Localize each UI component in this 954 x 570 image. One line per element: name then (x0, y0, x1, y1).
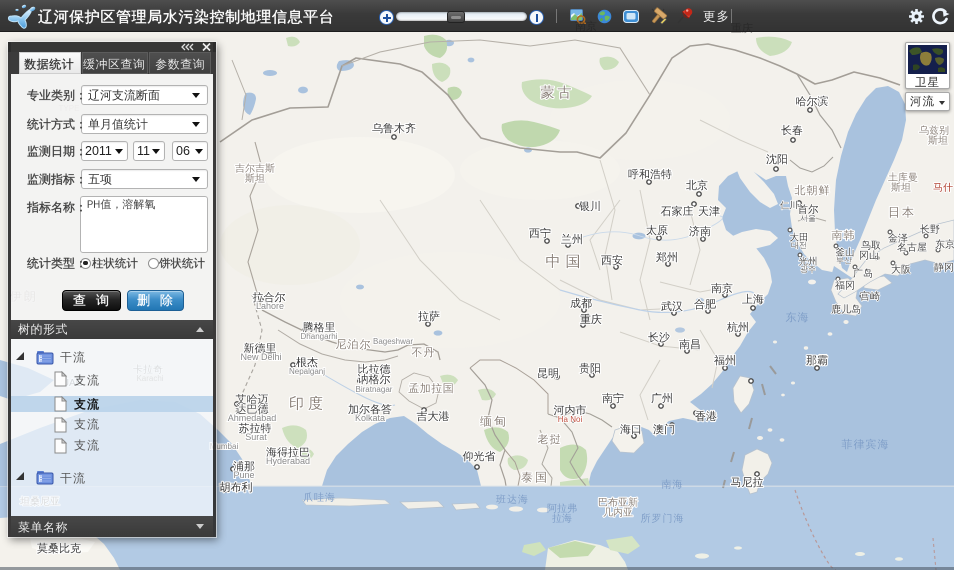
svg-text:Lahore: Lahore (256, 301, 284, 311)
svg-text:Dhangarhi: Dhangarhi (301, 332, 338, 341)
svg-text:Hyderabad: Hyderabad (266, 456, 310, 466)
svg-text:Bageshwar: Bageshwar (373, 337, 413, 346)
svg-text:Nepalganj: Nepalganj (289, 367, 325, 376)
svg-text:New Delhi: New Delhi (240, 352, 281, 362)
svg-text:Surat: Surat (245, 432, 267, 442)
svg-text:Kolkata: Kolkata (355, 413, 385, 423)
svg-text:Ahmedabad: Ahmedabad (228, 413, 277, 423)
svg-text:Ha Noi: Ha Noi (558, 415, 583, 424)
svg-text:Biratnagar: Biratnagar (356, 385, 393, 394)
svg-text:Pune: Pune (233, 470, 254, 480)
